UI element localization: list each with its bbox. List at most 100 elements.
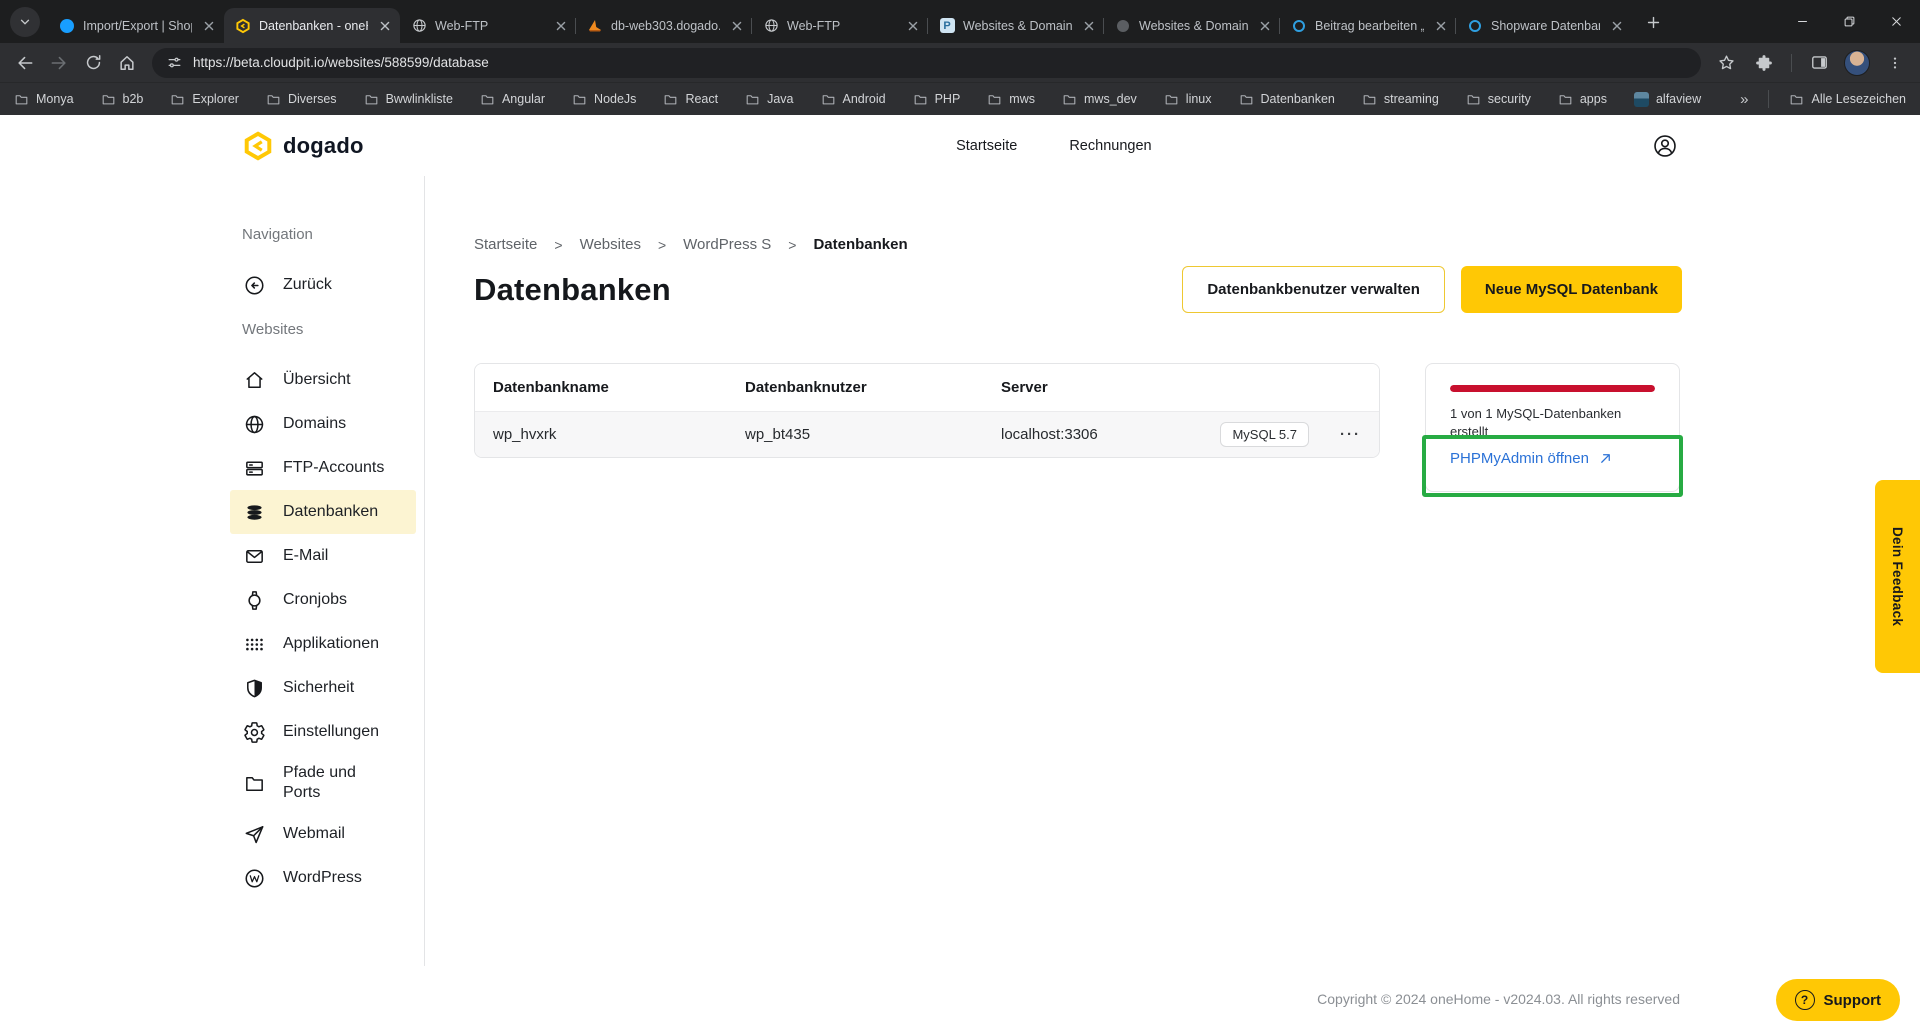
sidebar-item-sicherheit[interactable]: Sicherheit <box>230 666 416 710</box>
reload-button[interactable] <box>76 46 110 80</box>
bookmark-folder[interactable]: b2b <box>101 92 144 107</box>
browser-tab[interactable]: Shopware Datenbank <box>1456 8 1632 43</box>
dogado-logo-icon <box>242 130 274 162</box>
bookmark-folder[interactable]: linux <box>1164 92 1212 107</box>
sidebar-item-domains[interactable]: Domains <box>230 402 416 446</box>
new-mysql-database-button[interactable]: Neue MySQL Datenbank <box>1461 266 1682 313</box>
all-bookmarks-button[interactable]: Alle Lesezeichen <box>1789 92 1906 107</box>
sidebar-item-email[interactable]: E-Mail <box>230 534 416 578</box>
bookmarks-overflow-button[interactable]: » <box>1740 91 1748 108</box>
nav-startseite[interactable]: Startseite <box>956 138 1017 154</box>
browser-tab-active[interactable]: Datenbanken - oneHo <box>224 8 400 43</box>
sidebar-item-ftp-accounts[interactable]: FTP-Accounts <box>230 446 416 490</box>
bookmark-folder[interactable]: mws_dev <box>1062 92 1137 107</box>
tab-close-icon[interactable] <box>200 17 218 35</box>
bookmark-label: alfaview <box>1656 92 1701 106</box>
side-panel-button[interactable] <box>1802 46 1836 80</box>
extensions-button[interactable] <box>1747 46 1781 80</box>
sidebar-item-wordpress[interactable]: WordPress <box>230 856 416 900</box>
shopware-admin-favicon-icon <box>1467 18 1483 34</box>
sidebar-item-uebersicht[interactable]: Übersicht <box>230 358 416 402</box>
folder-icon <box>821 92 836 107</box>
column-header-datenbankname: Datenbankname <box>493 379 745 396</box>
account-button[interactable] <box>1652 133 1678 159</box>
forward-button[interactable] <box>42 46 76 80</box>
tab-close-icon[interactable] <box>1432 17 1450 35</box>
bookmark-folder[interactable]: Diverses <box>266 92 337 107</box>
row-menu-button[interactable]: ··· <box>1340 426 1361 443</box>
bookmark-folder[interactable]: apps <box>1558 92 1607 107</box>
tab-close-icon[interactable] <box>376 17 394 35</box>
bookmark-folder[interactable]: PHP <box>913 92 961 107</box>
db-name: wp_hvxrk <box>493 426 745 443</box>
tab-close-icon[interactable] <box>552 17 570 35</box>
external-link-icon <box>1598 451 1613 466</box>
nav-rechnungen[interactable]: Rechnungen <box>1069 138 1151 154</box>
shopware-admin-favicon-icon <box>1291 18 1307 34</box>
sidebar-item-datenbanken[interactable]: Datenbanken <box>230 490 416 534</box>
sidebar-item-pfade-und-ports[interactable]: Pfade und Ports <box>230 754 416 812</box>
bookmark-folder[interactable]: Android <box>821 92 886 107</box>
bookmark-folder[interactable]: security <box>1466 92 1531 107</box>
tab-close-icon[interactable] <box>728 17 746 35</box>
browser-tab[interactable]: Beitrag bearbeiten „S <box>1280 8 1456 43</box>
browser-tab[interactable]: db-web303.dogado.n <box>576 8 752 43</box>
dogado-logo[interactable]: dogado <box>242 130 364 162</box>
window-close-button[interactable] <box>1873 0 1920 43</box>
bookmark-folder[interactable]: mws <box>987 92 1035 107</box>
bookmark-star-button[interactable] <box>1709 46 1743 80</box>
home-button[interactable] <box>110 46 144 80</box>
window-restore-button[interactable] <box>1826 0 1873 43</box>
bookmark-label: NodeJs <box>594 92 636 106</box>
sidebar-section-websites: Websites <box>242 321 404 338</box>
watch-icon <box>242 589 266 612</box>
tab-title: Websites & Domains <box>1139 19 1248 33</box>
browser-tab[interactable]: Web-FTP <box>752 8 928 43</box>
window-minimize-button[interactable] <box>1779 0 1826 43</box>
breadcrumb-startseite[interactable]: Startseite <box>474 236 537 253</box>
support-button[interactable]: ? Support <box>1776 979 1901 1021</box>
browser-menu-button[interactable] <box>1878 46 1912 80</box>
back-button[interactable] <box>8 46 42 80</box>
tab-search-button[interactable] <box>10 7 40 37</box>
new-tab-button[interactable] <box>1638 7 1668 37</box>
address-bar[interactable]: https://beta.cloudpit.io/websites/588599… <box>152 48 1701 78</box>
feedback-tab[interactable]: Dein Feedback <box>1875 480 1920 673</box>
default-favicon-icon <box>1115 18 1131 34</box>
breadcrumb-websites[interactable]: Websites <box>580 236 641 253</box>
breadcrumb-website[interactable]: WordPress S <box>683 236 771 253</box>
bookmark-folder[interactable]: Bwwlinkliste <box>364 92 453 107</box>
tab-close-icon[interactable] <box>1608 17 1626 35</box>
bookmark-folder[interactable]: React <box>663 92 718 107</box>
folder-icon <box>913 92 928 107</box>
dogado-favicon-icon <box>235 18 251 34</box>
sidebar-item-webmail[interactable]: Webmail <box>230 812 416 856</box>
bookmark-folder[interactable]: Java <box>745 92 793 107</box>
browser-tab[interactable]: Web-FTP <box>400 8 576 43</box>
browser-tab[interactable]: Websites & Domains <box>1104 8 1280 43</box>
bookmark-folder[interactable]: Angular <box>480 92 545 107</box>
bookmark-site[interactable]: alfaview <box>1634 92 1701 107</box>
profile-avatar[interactable] <box>1840 46 1874 80</box>
folder-icon <box>14 92 29 107</box>
browser-tab[interactable]: Import/Export | Shopw <box>48 8 224 43</box>
open-phpmyadmin-link[interactable]: PHPMyAdmin öffnen <box>1450 450 1655 467</box>
tab-close-icon[interactable] <box>1080 17 1098 35</box>
column-header-datenbanknutzer: Datenbanknutzer <box>745 379 1001 396</box>
bookmarks-right-group: » Alle Lesezeichen <box>1740 90 1906 108</box>
sidebar-item-zurueck[interactable]: Zurück <box>230 263 416 307</box>
bookmark-folder[interactable]: streaming <box>1362 92 1439 107</box>
sidebar-item-applikationen[interactable]: Applikationen <box>230 622 416 666</box>
manage-db-users-button[interactable]: Datenbankbenutzer verwalten <box>1182 266 1445 313</box>
bookmark-folder[interactable]: Explorer <box>170 92 239 107</box>
sidebar-item-einstellungen[interactable]: Einstellungen <box>230 710 416 754</box>
bookmark-folder[interactable]: NodeJs <box>572 92 636 107</box>
tab-close-icon[interactable] <box>1256 17 1274 35</box>
bookmark-folder[interactable]: Monya <box>14 92 74 107</box>
reload-icon <box>84 53 103 72</box>
sidebar-item-cronjobs[interactable]: Cronjobs <box>230 578 416 622</box>
folder-icon <box>1362 92 1377 107</box>
browser-tab[interactable]: P Websites & Domains <box>928 8 1104 43</box>
tab-close-icon[interactable] <box>904 17 922 35</box>
bookmark-folder[interactable]: Datenbanken <box>1239 92 1335 107</box>
